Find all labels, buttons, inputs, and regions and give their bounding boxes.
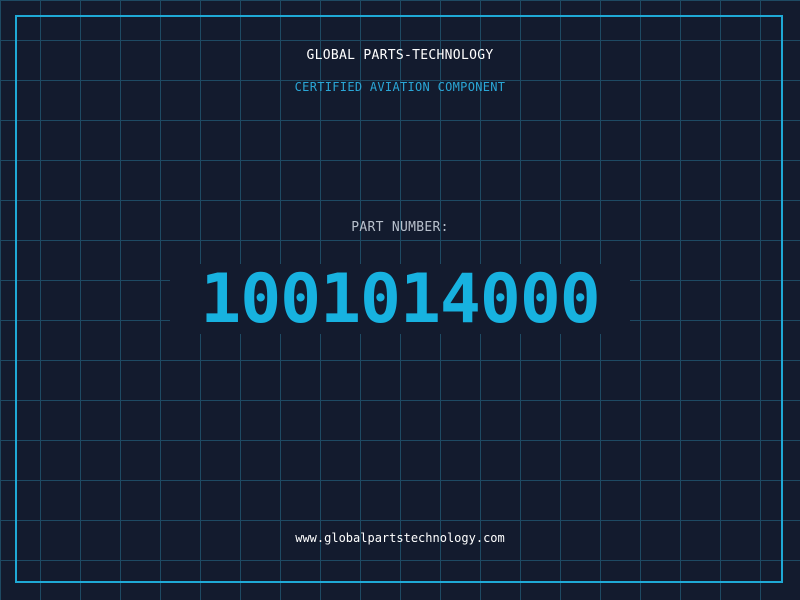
website-url: www.globalpartstechnology.com (295, 531, 505, 545)
brand-title: GLOBAL PARTS-TECHNOLOGY (306, 48, 494, 63)
part-number-value: 1001014000 (200, 260, 600, 339)
label-canvas: GLOBAL PARTS-TECHNOLOGY CERTIFIED AVIATI… (0, 0, 800, 600)
brand-subtitle: CERTIFIED AVIATION COMPONENT (294, 80, 506, 94)
part-number-label: PART NUMBER: (351, 220, 449, 235)
